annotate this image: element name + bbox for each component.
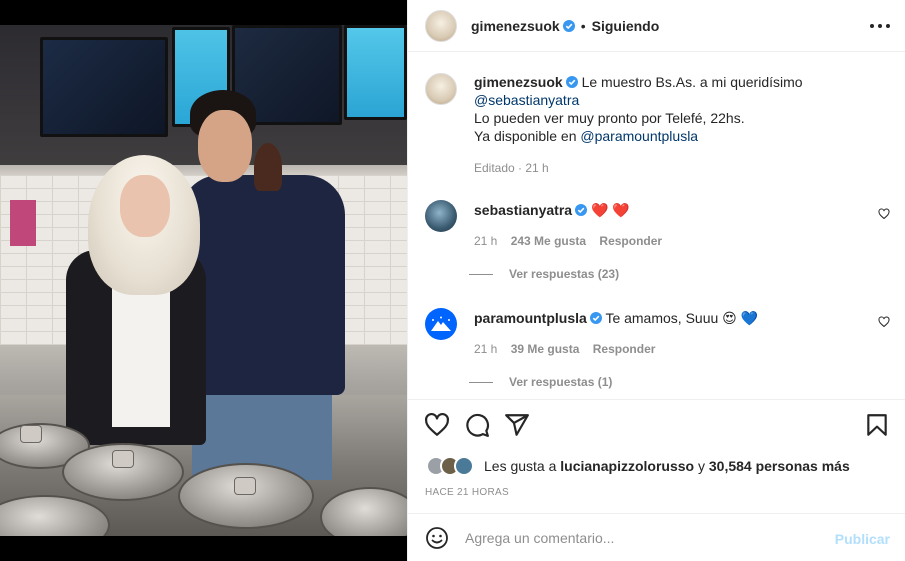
comment-input[interactable] [465,529,825,546]
post-header: gimenezsuok • Siguiendo [408,0,905,52]
mention-link[interactable]: @paramountplusla [580,128,698,144]
emoji-icon[interactable] [425,526,449,550]
verified-icon [565,76,578,88]
comment-time: 21 h [474,342,498,356]
view-replies-button[interactable]: Ver respuestas (1) [469,375,890,389]
more-options-icon[interactable] [870,16,890,36]
commenter-avatar[interactable] [425,200,457,232]
comment-meta: 21 h 39 Me gusta Responder [474,342,890,356]
post-photo[interactable] [0,25,407,536]
commenter-username[interactable]: paramountplusla [474,310,587,326]
verified-icon [562,19,575,32]
author-info: gimenezsuok • Siguiendo [471,18,659,34]
publish-button[interactable]: Publicar [835,531,890,547]
post-media[interactable] [0,0,407,561]
liker-avatars[interactable] [426,456,478,476]
photo-person [198,110,252,182]
heart-icon[interactable] [424,412,450,438]
action-icons [424,412,892,440]
commenter-username[interactable]: sebastianyatra [474,202,572,218]
post-side-panel: gimenezsuok • Siguiendo gimenezsuok Le m… [407,0,905,561]
reply-button[interactable]: Responder [593,342,656,356]
likes-others[interactable]: 30,584 personas más [709,458,850,474]
photo-menu-screen [40,37,168,137]
header-separator: • [580,17,586,34]
author-username[interactable]: gimenezsuok [471,18,560,34]
caption-meta: Editado · 21 h [474,161,549,175]
comment-text: Te amamos, Suuu 😍 💙 [605,310,759,326]
post-viewer: gimenezsuok • Siguiendo gimenezsuok Le m… [0,0,905,561]
photo-bin-knob [20,425,42,443]
comment-likes[interactable]: 243 Me gusta [511,234,586,248]
following-button[interactable]: Siguiendo [592,18,660,34]
author-avatar[interactable] [425,9,457,42]
comment-text: ❤️ ❤️ [590,202,630,218]
caption-avatar[interactable] [425,73,457,105]
comment-likes[interactable]: 39 Me gusta [511,342,580,356]
comment-time: 21 h [474,234,498,248]
post-timestamp[interactable]: HACE 21 HORAS [425,487,509,498]
share-icon[interactable] [504,412,530,438]
bookmark-icon[interactable] [864,412,890,438]
likes-middle: y [697,458,705,474]
view-replies-button[interactable]: Ver respuestas (23) [469,267,890,281]
caption-line-3: Ya disponible en [474,128,577,144]
verified-icon [575,204,588,216]
mention-link[interactable]: @sebastianyatra [474,92,579,108]
post-actions: Les gusta a lucianapizzolorusso y 30,584… [408,399,905,513]
photo-person [120,175,170,237]
likes-summary: Les gusta a lucianapizzolorusso y 30,584… [426,456,850,476]
comment-meta: 21 h 243 Me gusta Responder [474,234,890,248]
photo-bin-lid [178,463,314,529]
paramount-logo-icon [431,316,451,331]
add-comment-bar: Publicar [408,513,905,561]
liker-avatar [454,456,474,476]
caption-username[interactable]: gimenezsuok [474,74,563,90]
comment-icon[interactable] [464,412,490,438]
comments-section[interactable]: gimenezsuok Le muestro Bs.As. a mi queri… [408,53,905,399]
likes-prefix: Les gusta a [484,458,557,474]
photo-menu-screen [344,25,407,120]
comment-heart-icon[interactable] [878,316,890,328]
caption-line-2: Lo pueden ver muy pronto por Telefé, 22h… [474,110,745,126]
comment-item: paramountplusla Te amamos, Suuu 😍 💙 21 h… [425,308,890,389]
photo-bin-knob [112,450,134,468]
caption-line-1: Le muestro Bs.As. a mi queridísimo [581,74,803,90]
post-caption: gimenezsuok Le muestro Bs.As. a mi queri… [425,73,874,177]
verified-icon [589,312,602,324]
photo-ice-cream [254,143,282,191]
comment-item: sebastianyatra ❤️ ❤️ 21 h 243 Me gusta R… [425,200,890,281]
comment-heart-icon[interactable] [878,208,890,220]
photo-bin-knob [234,477,256,495]
reply-button[interactable]: Responder [599,234,662,248]
liker-username[interactable]: lucianapizzolorusso [560,458,694,474]
photo-poster [10,200,36,246]
caption-text: gimenezsuok Le muestro Bs.As. a mi queri… [474,73,874,177]
commenter-avatar[interactable] [425,308,457,340]
